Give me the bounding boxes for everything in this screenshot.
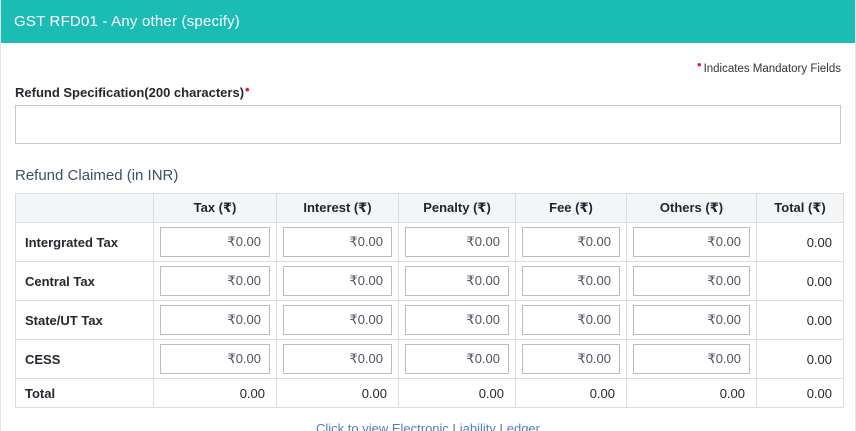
refund-claimed-table: Tax (₹) Interest (₹) Penalty (₹) Fee (₹)… [15, 193, 844, 408]
grand-total-others: 0.00 [627, 379, 757, 408]
input-integrated-tax-others[interactable] [633, 227, 750, 257]
electronic-liability-ledger-link[interactable]: Click to view Electronic Liability Ledge… [316, 421, 540, 431]
row-label-central-tax: Central Tax [16, 262, 154, 301]
total-central-tax: 0.00 [757, 262, 844, 301]
input-integrated-tax-tax[interactable] [160, 227, 270, 257]
input-central-tax-others[interactable] [633, 266, 750, 296]
row-label-state-ut-tax: State/UT Tax [16, 301, 154, 340]
input-integrated-tax-interest[interactable] [283, 227, 392, 257]
input-central-tax-penalty[interactable] [405, 266, 509, 296]
gst-rfd01-panel: GST RFD01 - Any other (specify) •Indicat… [0, 0, 856, 431]
column-header-row-label [16, 194, 154, 223]
table-row-state-ut-tax: State/UT Tax 0.00 [16, 301, 844, 340]
column-header-interest: Interest (₹) [277, 194, 399, 223]
refund-claimed-section-title: Refund Claimed (in INR) [15, 167, 841, 184]
mandatory-dot-icon: • [697, 57, 702, 72]
input-state-ut-tax-penalty[interactable] [405, 305, 509, 335]
column-header-penalty: Penalty (₹) [399, 194, 516, 223]
input-state-ut-tax-fee[interactable] [522, 305, 620, 335]
refund-specification-label-text: Refund Specification(200 characters) [15, 85, 244, 100]
column-header-total: Total (₹) [757, 194, 844, 223]
input-cess-penalty[interactable] [405, 344, 509, 374]
row-label-total: Total [16, 379, 154, 408]
table-row-total: Total 0.00 0.00 0.00 0.00 0.00 0.00 [16, 379, 844, 408]
input-central-tax-fee[interactable] [522, 266, 620, 296]
input-state-ut-tax-others[interactable] [633, 305, 750, 335]
input-state-ut-tax-tax[interactable] [160, 305, 270, 335]
table-row-cess: CESS 0.00 [16, 340, 844, 379]
input-cess-interest[interactable] [283, 344, 392, 374]
grand-total-tax: 0.00 [154, 379, 277, 408]
table-row-integrated-tax: Intergrated Tax 0.00 [16, 223, 844, 262]
required-dot-icon: • [245, 82, 250, 97]
row-label-integrated-tax: Intergrated Tax [16, 223, 154, 262]
page-title: GST RFD01 - Any other (specify) [1, 0, 855, 43]
grand-total-penalty: 0.00 [399, 379, 516, 408]
input-central-tax-tax[interactable] [160, 266, 270, 296]
column-header-tax: Tax (₹) [154, 194, 277, 223]
table-row-central-tax: Central Tax 0.00 [16, 262, 844, 301]
grand-total-interest: 0.00 [277, 379, 399, 408]
total-cess: 0.00 [757, 340, 844, 379]
footer-link-row: Click to view Electronic Liability Ledge… [15, 420, 841, 431]
refund-specification-label: Refund Specification(200 characters)• [15, 82, 841, 100]
input-cess-others[interactable] [633, 344, 750, 374]
input-integrated-tax-fee[interactable] [522, 227, 620, 257]
form-content: •Indicates Mandatory Fields Refund Speci… [1, 57, 855, 431]
total-integrated-tax: 0.00 [757, 223, 844, 262]
input-cess-tax[interactable] [160, 344, 270, 374]
input-state-ut-tax-interest[interactable] [283, 305, 392, 335]
mandatory-note-label: Indicates Mandatory Fields [704, 63, 841, 75]
row-label-cess: CESS [16, 340, 154, 379]
input-central-tax-interest[interactable] [283, 266, 392, 296]
mandatory-fields-note: •Indicates Mandatory Fields [15, 57, 841, 75]
column-header-others: Others (₹) [627, 194, 757, 223]
total-state-ut-tax: 0.00 [757, 301, 844, 340]
input-cess-fee[interactable] [522, 344, 620, 374]
refund-specification-input[interactable] [15, 105, 841, 144]
table-header-row: Tax (₹) Interest (₹) Penalty (₹) Fee (₹)… [16, 194, 844, 223]
input-integrated-tax-penalty[interactable] [405, 227, 509, 257]
column-header-fee: Fee (₹) [516, 194, 627, 223]
grand-total-fee: 0.00 [516, 379, 627, 408]
grand-total-total: 0.00 [757, 379, 844, 408]
